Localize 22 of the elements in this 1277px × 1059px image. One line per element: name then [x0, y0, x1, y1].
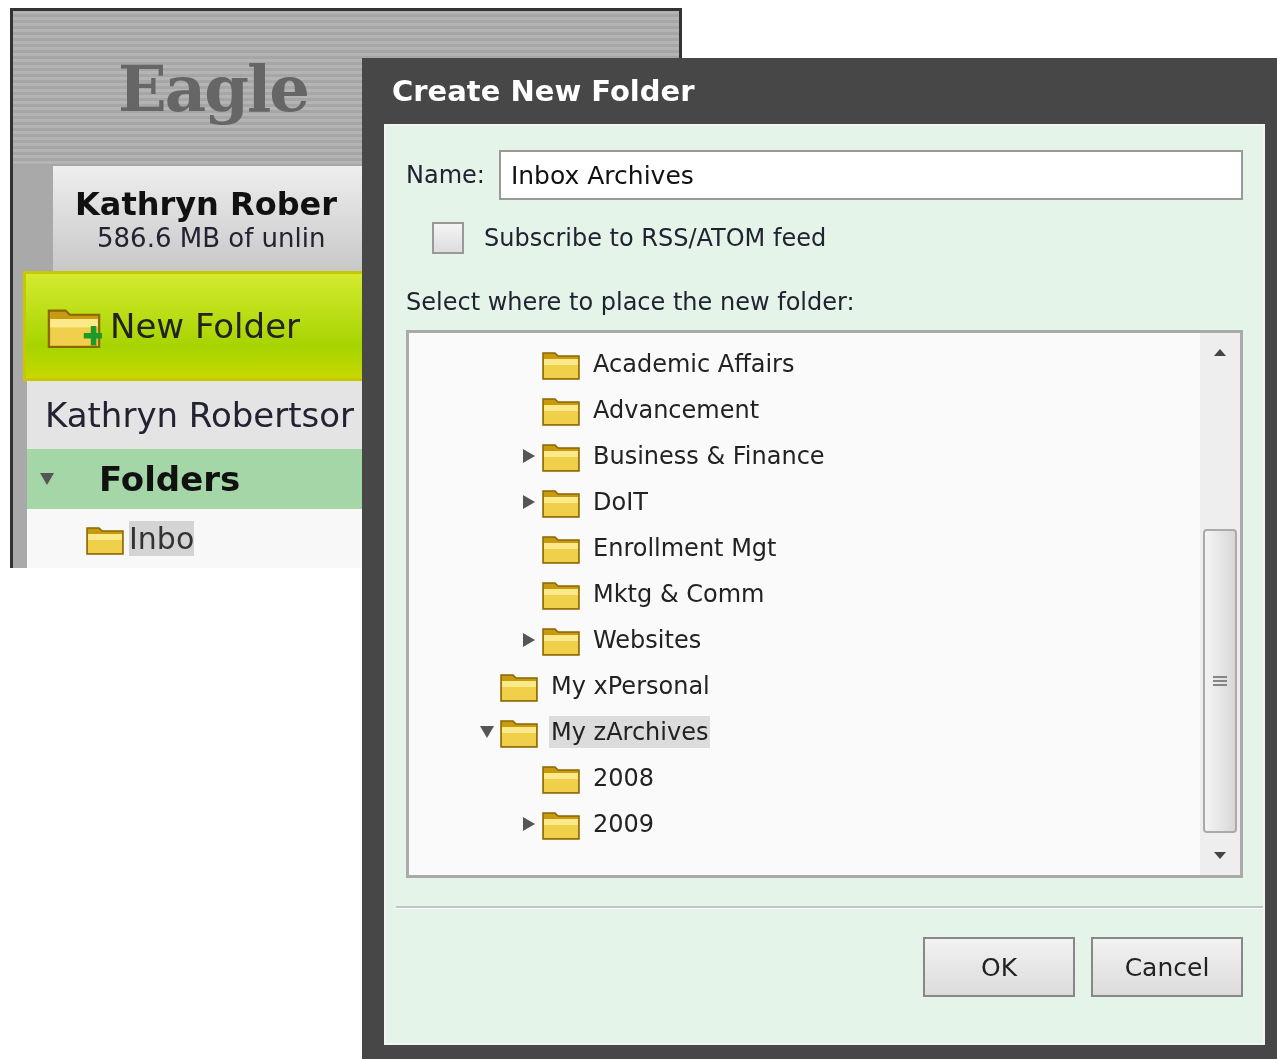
tree-item[interactable]: My xPersonal — [549, 670, 712, 702]
tree-item[interactable]: Websites — [591, 624, 704, 656]
logo-text: Eagle — [118, 51, 309, 126]
checkbox[interactable] — [432, 222, 464, 254]
tree-item[interactable]: My zArchives — [549, 716, 711, 748]
folder-item[interactable]: Inbo — [129, 521, 195, 556]
user-name: Kathryn Rober — [75, 184, 338, 223]
scroll-up-icon[interactable] — [1212, 347, 1228, 357]
tree-item[interactable]: 2009 — [591, 808, 657, 840]
tree-item[interactable]: Mktg & Comm — [591, 578, 767, 610]
scroll-down-icon[interactable] — [1212, 851, 1228, 861]
scrollbar[interactable] — [1200, 333, 1240, 875]
quota-text: 586.6 MB of unlin — [96, 222, 326, 253]
field-label: Name: — [406, 161, 485, 189]
dialog-title: Create New Folder — [391, 73, 696, 110]
tree-item[interactable]: Enrollment Mgt — [591, 532, 779, 564]
name-field[interactable]: Inbox Archives — [498, 150, 1243, 200]
tree-item[interactable]: 2008 — [591, 762, 657, 794]
checkbox-label: Subscribe to RSS/ATOM feed — [484, 224, 827, 252]
dialog-button[interactable]: OK — [923, 937, 1075, 997]
dialog-button[interactable]: Cancel — [1091, 937, 1243, 997]
scrollbar-thumb[interactable] — [1203, 529, 1237, 833]
